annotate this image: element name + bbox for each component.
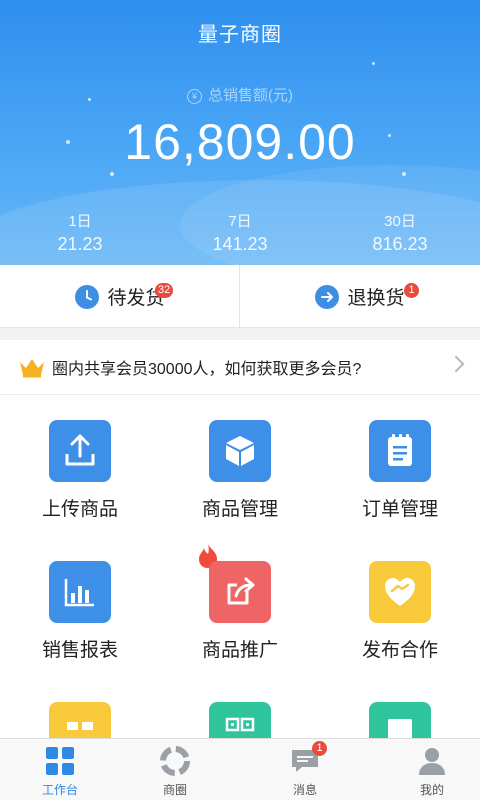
app-title: 量子商圈 (198, 24, 282, 46)
circle-icon (159, 745, 191, 777)
stat-value: 141.23 (212, 234, 268, 254)
pending-shipment-button[interactable]: 待发货 32 (0, 265, 240, 328)
order-management-button[interactable]: 订单管理 (320, 420, 480, 521)
promo-text: 圈内共享会员30000人，如何获取更多会员? (52, 361, 362, 378)
returns-label: 退换货 (347, 288, 405, 309)
decorative-star (110, 172, 114, 176)
tab-business-circle[interactable]: 商圈 (115, 739, 235, 800)
messages-count-badge: 1 (312, 741, 327, 756)
grid-label: 订单管理 (361, 499, 438, 520)
share-icon (209, 561, 271, 623)
stat-1day[interactable]: 1日 21.23 (0, 210, 160, 255)
stat-value: 21.23 (57, 234, 103, 254)
tab-label: 我的 (419, 783, 444, 797)
tab-label: 商圈 (162, 783, 187, 797)
publish-cooperation-button[interactable]: 发布合作 (320, 561, 480, 662)
section-gap (0, 328, 480, 340)
grid-label: 商品管理 (201, 499, 278, 520)
product-management-button[interactable]: 商品管理 (160, 420, 320, 521)
pending-count-badge: 32 (155, 283, 174, 298)
clock-icon (75, 284, 100, 309)
upload-product-button[interactable]: 上传商品 (0, 420, 160, 521)
returns-count-badge: 1 (404, 283, 419, 298)
grid-label: 商品推广 (201, 640, 278, 661)
crown-icon (20, 359, 44, 378)
upload-icon (49, 420, 111, 482)
tab-workbench[interactable]: 工作台 (0, 739, 120, 800)
returns-button[interactable]: 退换货 1 (240, 265, 480, 328)
box-icon (209, 420, 271, 482)
tab-profile[interactable]: 我的 (372, 739, 480, 800)
product-promotion-button[interactable]: 商品推广 (160, 544, 320, 662)
total-sales-label: ¥ 总销售额(元) (0, 84, 480, 105)
tab-label: 消息 (292, 783, 317, 797)
stat-30day[interactable]: 30日 816.23 (320, 210, 480, 255)
tab-label: 工作台 (41, 783, 78, 797)
sales-header: 量子商圈 ¥ 总销售额(元) 16,809.00 1日 21.23 7日 141.… (0, 0, 480, 265)
workbench-icon (44, 745, 76, 777)
user-icon (416, 745, 448, 777)
stat-7day[interactable]: 7日 141.23 (160, 210, 320, 255)
member-promo-banner[interactable]: 圈内共享会员30000人，如何获取更多会员? (0, 340, 480, 395)
chevron-right-icon (447, 355, 465, 373)
stat-label: 30日 (384, 213, 416, 230)
clipboard-icon (369, 420, 431, 482)
stat-value: 816.23 (372, 234, 428, 254)
stat-label: 1日 (68, 213, 92, 230)
grid-label: 上传商品 (41, 499, 118, 520)
stat-label: 7日 (228, 213, 252, 230)
grid-label: 发布合作 (361, 640, 438, 661)
bar-chart-icon (49, 561, 111, 623)
sales-report-button[interactable]: 销售报表 (0, 561, 160, 662)
bottom-tab-bar: 工作台 商圈 1 消息 我的 (0, 738, 480, 800)
yen-icon: ¥ (187, 89, 202, 104)
tab-messages[interactable]: 1 消息 (245, 739, 365, 800)
decorative-star (372, 62, 375, 65)
handshake-heart-icon (369, 561, 431, 623)
order-status-bar: 待发货 32 退换货 1 (0, 265, 480, 328)
total-sales-label-text: 总销售额(元) (208, 87, 293, 104)
total-sales-value: 16,809.00 (124, 114, 356, 170)
grid-label: 销售报表 (41, 640, 118, 661)
decorative-star (402, 172, 406, 176)
return-icon (315, 284, 340, 309)
